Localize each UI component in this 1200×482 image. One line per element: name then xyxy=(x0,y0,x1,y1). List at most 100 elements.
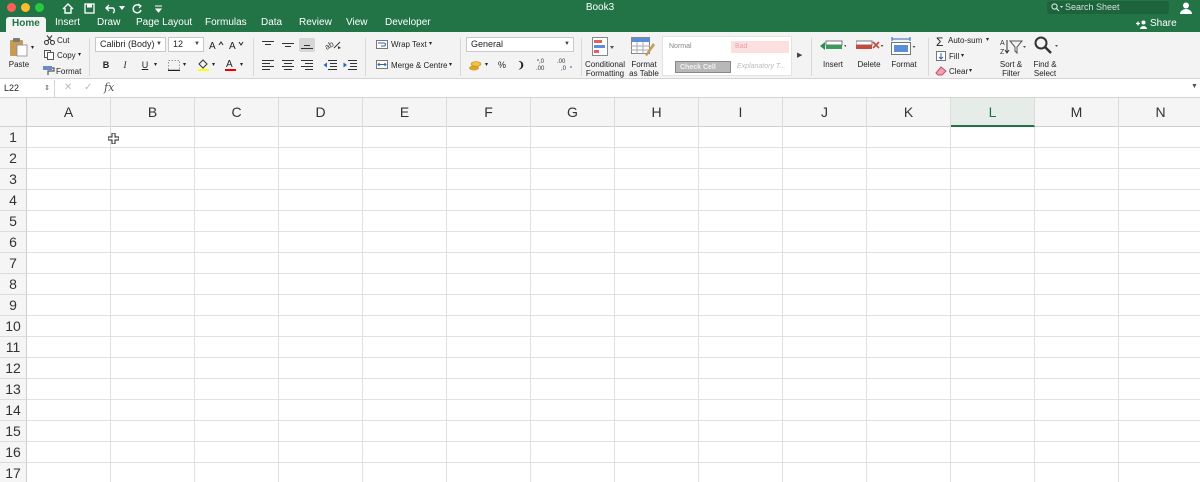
autosum-dropdown-icon[interactable]: ▾ xyxy=(986,36,989,43)
column-header-l[interactable]: L xyxy=(951,98,1035,127)
minimize-window-button[interactable] xyxy=(21,3,30,12)
name-box[interactable]: L22 ⇕ xyxy=(0,80,55,97)
autosum-button[interactable]: Auto-sum xyxy=(948,36,982,45)
close-window-button[interactable] xyxy=(7,3,16,12)
insert-cells-button[interactable]: Insert xyxy=(814,60,852,69)
select-all-corner[interactable] xyxy=(0,98,27,127)
cancel-entry-icon[interactable]: ✕ xyxy=(64,82,72,93)
column-header-g[interactable]: G xyxy=(531,98,615,127)
copy-dropdown-icon[interactable]: ▾ xyxy=(78,51,81,58)
format-as-table-button[interactable]: Format as Table xyxy=(627,60,661,78)
accounting-dropdown-icon[interactable]: ▾ xyxy=(485,61,488,68)
row-header-15[interactable]: 15 xyxy=(0,421,27,442)
paste-button[interactable]: Paste xyxy=(6,60,32,69)
wrap-text-dropdown-icon[interactable]: ▾ xyxy=(429,40,432,47)
redo-icon[interactable] xyxy=(131,0,143,16)
font-color-dropdown-icon[interactable]: ▾ xyxy=(240,61,243,68)
row-header-17[interactable]: 17 xyxy=(0,463,27,482)
clear-dropdown-icon[interactable]: ▾ xyxy=(969,67,972,74)
style-explanatory[interactable]: Explanatory T... xyxy=(733,61,791,73)
orientation-icon[interactable]: ab xyxy=(323,37,343,51)
paste-icon[interactable] xyxy=(8,37,28,59)
merge-centre-button[interactable]: Merge & Centre xyxy=(391,61,447,70)
column-header-n[interactable]: N xyxy=(1119,98,1200,127)
style-bad[interactable]: Bad xyxy=(731,41,789,53)
share-button[interactable]: Share xyxy=(1136,16,1177,32)
column-header-b[interactable]: B xyxy=(111,98,195,127)
borders-icon[interactable] xyxy=(166,58,182,72)
row-header-12[interactable]: 12 xyxy=(0,358,27,379)
align-right-icon[interactable] xyxy=(299,58,315,72)
tab-developer[interactable]: Developer xyxy=(379,16,437,32)
increase-decimal-icon[interactable]: ,0.00 xyxy=(535,57,553,71)
decrease-indent-icon[interactable] xyxy=(322,58,338,72)
align-top-icon[interactable] xyxy=(260,38,276,52)
cell-area[interactable] xyxy=(27,127,1200,482)
column-header-f[interactable]: F xyxy=(447,98,531,127)
search-sheet-input[interactable]: Search Sheet xyxy=(1047,1,1169,14)
font-color-icon[interactable]: A xyxy=(222,57,238,71)
insert-cells-icon[interactable] xyxy=(820,39,847,55)
customize-toolbar-icon[interactable] xyxy=(155,0,162,16)
row-header-1[interactable]: 1 xyxy=(0,127,27,148)
format-painter-icon[interactable] xyxy=(43,66,55,78)
row-header-6[interactable]: 6 xyxy=(0,232,27,253)
sort-filter-icon[interactable]: AZ xyxy=(1000,38,1026,57)
format-as-table-icon[interactable] xyxy=(631,37,657,59)
merge-centre-dropdown-icon[interactable]: ▾ xyxy=(449,61,452,68)
comma-style-button[interactable]: ❩ xyxy=(513,58,529,72)
underline-button[interactable]: U xyxy=(137,58,153,72)
align-center-icon[interactable] xyxy=(280,58,296,72)
row-header-2[interactable]: 2 xyxy=(0,148,27,169)
undo-dropdown-icon[interactable] xyxy=(119,0,125,16)
increase-indent-icon[interactable] xyxy=(342,58,358,72)
styles-next-icon[interactable]: ▶ xyxy=(797,51,802,59)
name-box-stepper-icon[interactable]: ⇕ xyxy=(44,80,50,97)
decrease-decimal-icon[interactable]: .00,0 xyxy=(556,57,574,71)
row-header-5[interactable]: 5 xyxy=(0,211,27,232)
tab-formulas[interactable]: Formulas xyxy=(199,16,253,32)
row-header-8[interactable]: 8 xyxy=(0,274,27,295)
tab-view[interactable]: View xyxy=(340,16,374,32)
conditional-formatting-icon[interactable] xyxy=(592,37,614,59)
tab-insert[interactable]: Insert xyxy=(49,16,86,32)
column-header-k[interactable]: K xyxy=(867,98,951,127)
confirm-entry-icon[interactable]: ✓ xyxy=(84,82,92,93)
fill-button[interactable]: Fill xyxy=(949,52,959,61)
row-header-16[interactable]: 16 xyxy=(0,442,27,463)
fill-color-dropdown-icon[interactable]: ▾ xyxy=(212,61,215,68)
formula-input[interactable] xyxy=(122,79,1187,97)
format-cells-icon[interactable] xyxy=(891,37,917,57)
home-icon[interactable] xyxy=(62,0,74,16)
column-header-j[interactable]: J xyxy=(783,98,867,127)
cut-button[interactable]: Cut xyxy=(57,36,69,45)
find-select-icon[interactable] xyxy=(1034,36,1060,58)
paste-dropdown-icon[interactable]: ▾ xyxy=(31,44,34,51)
fill-dropdown-icon[interactable]: ▾ xyxy=(961,52,964,59)
tab-home[interactable]: Home xyxy=(6,17,46,32)
row-header-11[interactable]: 11 xyxy=(0,337,27,358)
fill-color-icon[interactable] xyxy=(195,57,211,71)
row-header-9[interactable]: 9 xyxy=(0,295,27,316)
column-header-i[interactable]: I xyxy=(699,98,783,127)
row-header-10[interactable]: 10 xyxy=(0,316,27,337)
borders-dropdown-icon[interactable]: ▾ xyxy=(183,61,186,68)
decrease-font-size-icon[interactable]: A xyxy=(228,38,246,52)
bold-button[interactable]: B xyxy=(98,58,114,72)
percent-style-button[interactable]: % xyxy=(494,58,510,72)
cut-icon[interactable] xyxy=(44,35,55,47)
insert-function-button[interactable]: fx xyxy=(104,81,114,94)
style-normal[interactable]: Normal xyxy=(665,41,725,53)
style-check-cell[interactable]: Check Cell xyxy=(675,61,731,73)
align-left-icon[interactable] xyxy=(260,58,276,72)
row-header-14[interactable]: 14 xyxy=(0,400,27,421)
wrap-text-button[interactable]: Wrap Text xyxy=(391,40,427,49)
conditional-formatting-button[interactable]: Conditional Formatting xyxy=(583,60,627,78)
delete-cells-button[interactable]: Delete xyxy=(851,60,887,69)
find-select-button[interactable]: Find & Select xyxy=(1027,60,1063,78)
number-format-dropdown[interactable]: General ▼ xyxy=(466,37,574,52)
tab-page-layout[interactable]: Page Layout xyxy=(130,16,198,32)
save-icon[interactable] xyxy=(84,0,95,16)
tab-review[interactable]: Review xyxy=(293,16,338,32)
copy-icon[interactable] xyxy=(44,50,55,62)
